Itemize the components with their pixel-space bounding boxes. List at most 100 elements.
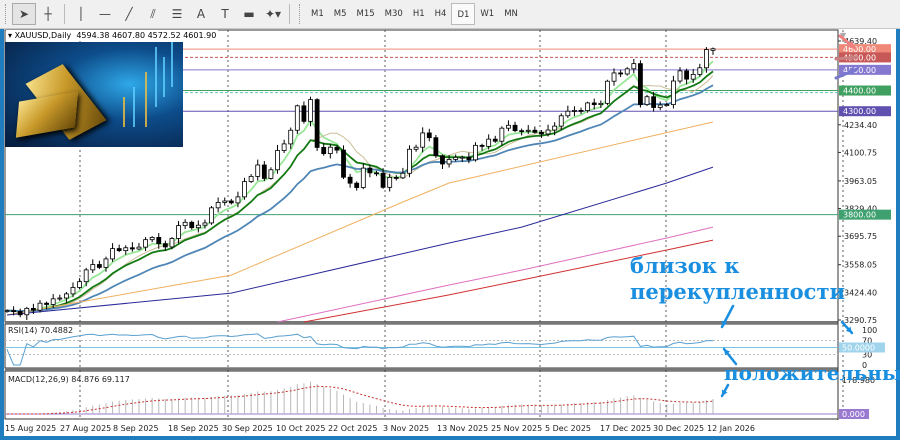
candle-body <box>426 132 432 139</box>
candle[interactable] <box>605 79 610 106</box>
candle-body <box>4 310 10 313</box>
candle-body <box>169 238 175 248</box>
candle-body <box>314 99 320 148</box>
candle[interactable] <box>209 205 214 225</box>
toolbar-grip[interactable] <box>299 4 303 24</box>
candle-body <box>684 70 690 80</box>
rectangle-icon: ▬ <box>243 7 255 21</box>
timeframe-m1[interactable]: M1 <box>306 3 329 25</box>
date-tick-label: 22 Oct 2025 <box>328 424 377 433</box>
timeframe-m15[interactable]: M15 <box>352 3 380 25</box>
candle-body <box>492 138 498 142</box>
candle-body <box>413 146 419 150</box>
timeframe-h1[interactable]: H1 <box>408 3 430 25</box>
chart-title[interactable]: ▾ XAUUSD,Daily 4594.38 4607.80 4572.52 4… <box>6 30 219 41</box>
candle-body <box>90 264 96 271</box>
timeframe-w1[interactable]: W1 <box>475 3 499 25</box>
shapes-dropdown-button[interactable]: ✦▾ <box>261 3 285 25</box>
candle-body <box>116 248 122 252</box>
timeframe-m30[interactable]: M30 <box>380 3 408 25</box>
rsi-pane <box>4 323 839 369</box>
candle-body <box>380 172 386 188</box>
candle[interactable] <box>624 67 630 76</box>
text-button[interactable]: A <box>189 3 213 25</box>
crosshair-icon: ┼ <box>44 7 52 21</box>
candle-body <box>110 248 115 260</box>
candle-body <box>63 293 69 299</box>
timeframe-d1[interactable]: D1 <box>451 3 476 25</box>
candle-body <box>77 281 82 288</box>
candle-body <box>281 143 287 151</box>
date-tick-label: 10 Oct 2025 <box>276 424 325 433</box>
crosshair-button[interactable]: ┼ <box>36 3 60 25</box>
price-level-label: 4400.00 <box>843 87 876 96</box>
candle-body <box>321 147 327 155</box>
drawing-tools: ➤ ┼ │ — ╱ ⫽ ☰ A T ▬ ✦▾ <box>12 3 285 25</box>
candle[interactable] <box>314 98 320 151</box>
candle-body <box>605 80 610 104</box>
timeframe-mn[interactable]: MN <box>499 3 523 25</box>
horizontal-line-icon: — <box>99 7 111 21</box>
cursor-button[interactable]: ➤ <box>12 3 36 25</box>
shapes-dropdown-icon: ✦▾ <box>264 7 282 21</box>
candle-body <box>446 159 452 165</box>
candle-body <box>261 164 267 179</box>
text-icon: A <box>196 7 206 21</box>
horizontal-line-button[interactable]: — <box>93 3 117 25</box>
candle-body <box>288 129 294 145</box>
rsi-title: RSI(14) 70.4882 <box>8 326 73 335</box>
candle-body <box>37 302 43 311</box>
text-label-button[interactable]: T <box>213 3 237 25</box>
candle-body <box>611 72 617 82</box>
candle-body <box>651 96 657 108</box>
candle-body <box>644 96 650 105</box>
candle[interactable] <box>644 94 650 107</box>
candle-body <box>136 246 142 250</box>
candle-body <box>182 221 188 227</box>
trendline-icon: ╱ <box>125 7 133 21</box>
candle[interactable] <box>433 135 439 158</box>
annotation-positive: положительны <box>724 361 900 385</box>
candle-body <box>525 129 531 132</box>
candle[interactable] <box>473 142 478 162</box>
timeframe-m5[interactable]: M5 <box>329 3 352 25</box>
candle[interactable] <box>671 75 676 109</box>
price-tick-label: 3963.05 <box>844 177 877 186</box>
candle-body <box>677 70 683 82</box>
equidistant-channel-button[interactable]: ⫽ <box>141 3 165 25</box>
candle-body <box>479 144 485 147</box>
price-tick-label: 3290.75 <box>844 316 877 325</box>
candle-body <box>459 156 465 159</box>
candle-body <box>24 307 30 316</box>
trendline-button[interactable]: ╱ <box>117 3 141 25</box>
candle-body <box>374 172 379 175</box>
annotation-overbought-line1: близок к <box>630 253 740 278</box>
candle[interactable] <box>407 145 412 178</box>
timeframe-h4[interactable]: H4 <box>430 3 452 25</box>
candle[interactable] <box>341 145 346 180</box>
macd-title: MACD(12,26,9) 84.876 69.117 <box>8 375 130 384</box>
candle-body <box>387 177 393 188</box>
candle-body <box>275 150 280 171</box>
candle-body <box>11 310 16 313</box>
candle-body <box>578 109 584 112</box>
channel-icon: ⫽ <box>150 6 156 21</box>
price-level-label: 3800.00 <box>843 211 876 220</box>
candle-body <box>308 99 313 122</box>
pane-splitter <box>5 368 838 371</box>
candle-body <box>103 258 109 268</box>
toolbar-grip[interactable] <box>5 4 9 24</box>
candle-body <box>189 221 195 229</box>
candle-body <box>215 202 221 209</box>
toolbar-separator <box>64 4 65 24</box>
candle-body <box>347 176 353 184</box>
candle[interactable] <box>638 60 643 108</box>
rectangle-button[interactable]: ▬ <box>237 3 261 25</box>
candle-body <box>631 63 637 70</box>
fibonacci-button[interactable]: ☰ <box>165 3 189 25</box>
pane-splitter <box>5 321 838 324</box>
vertical-line-button[interactable]: │ <box>69 3 93 25</box>
date-tick-label: 17 Dec 2025 <box>600 424 651 433</box>
chart-ohlc: 4594.38 4607.80 4572.52 4601.90 <box>76 31 217 40</box>
candle[interactable] <box>294 104 300 134</box>
